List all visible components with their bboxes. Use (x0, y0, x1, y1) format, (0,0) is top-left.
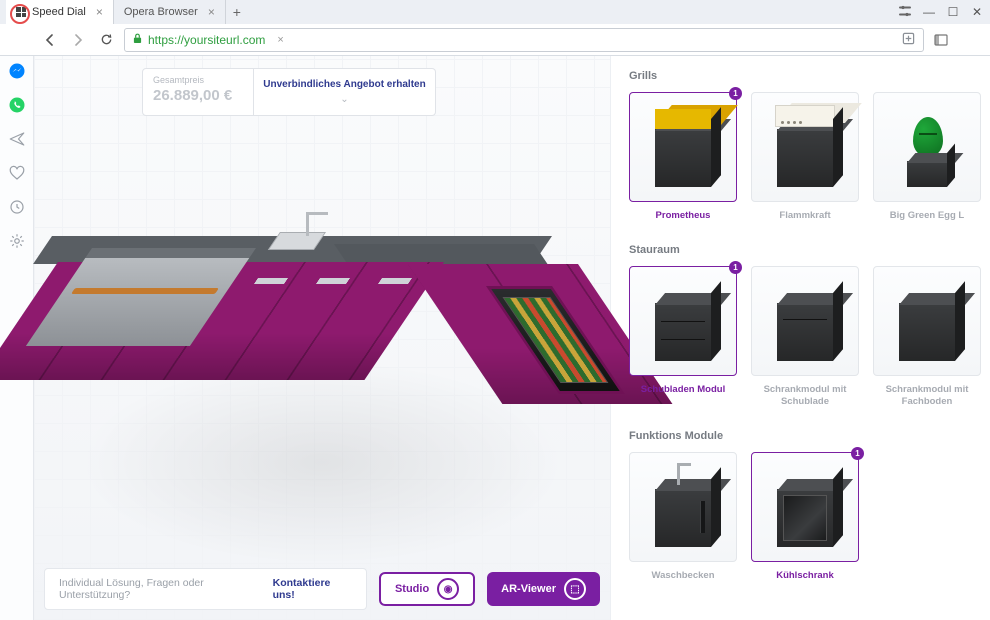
catalog-card[interactable]: Waschbecken (629, 452, 737, 582)
catalog-card[interactable]: Schrankmodul mit Schublade (751, 266, 859, 408)
ar-viewer-button[interactable]: AR-Viewer ⬚ (487, 572, 600, 606)
opera-logo-icon[interactable] (10, 4, 30, 24)
catalog-card[interactable]: Schrankmodul mit Fachboden (873, 266, 981, 408)
catalog-card[interactable]: 1Schubladen Modul (629, 266, 737, 408)
3d-canvas[interactable]: Gesamtpreis 26.889,00 € Unverbindliches … (34, 56, 610, 620)
catalog-section: Grills1PrometheusFlammkraftBig Green Egg… (629, 70, 976, 222)
catalog-row: Waschbecken 1Kühlschrank (629, 452, 976, 582)
messenger-icon[interactable] (8, 62, 26, 80)
bookmark-icon[interactable] (902, 32, 915, 48)
catalog-thumbnail (873, 266, 981, 376)
catalog-row: 1Prometheus Flammkraft Big Green Egg L (629, 92, 976, 222)
summary-box: Gesamtpreis 26.889,00 € Unverbindliches … (142, 68, 436, 116)
catalog-card[interactable]: Flammkraft (751, 92, 859, 222)
ar-label: AR-Viewer (501, 583, 556, 595)
catalog-card-label: Flammkraft (779, 210, 830, 222)
catalog-card-label: Big Green Egg L (890, 210, 964, 222)
catalog-card-label: Waschbecken (651, 570, 714, 582)
bottom-bar: Individual Lösung, Fragen oder Unterstüt… (44, 568, 600, 610)
tab-title: Opera Browser (124, 6, 198, 18)
catalog-card-label: Schrankmodul mit Fachboden (873, 384, 981, 408)
browser-tab-inactive[interactable]: Opera Browser × (114, 0, 226, 24)
catalog-thumbnail (751, 452, 859, 562)
studio-button[interactable]: Studio ◉ (379, 572, 475, 606)
kitchen-3d-model[interactable] (52, 226, 572, 456)
cube-icon: ⬚ (564, 578, 586, 600)
catalog-section-title: Stauraum (629, 244, 976, 256)
easy-setup-icon[interactable] (898, 4, 912, 21)
offer-label: Unverbindliches Angebot erhalten (263, 79, 425, 90)
close-tab-icon[interactable]: × (96, 5, 103, 19)
count-badge: 1 (729, 87, 742, 100)
reload-button[interactable] (96, 30, 116, 50)
close-window-icon[interactable]: ✕ (970, 5, 984, 19)
catalog-thumbnail (873, 92, 981, 202)
request-offer-button[interactable]: Unverbindliches Angebot erhalten ⌄ (254, 68, 436, 116)
catalog-card-label: Schrankmodul mit Schublade (751, 384, 859, 408)
url-bar[interactable]: https://yoursiteurl.com × (124, 28, 924, 52)
workspace: Gesamtpreis 26.889,00 € Unverbindliches … (0, 56, 990, 620)
studio-label: Studio (395, 583, 429, 595)
catalog-thumbnail (629, 92, 737, 202)
camera-icon: ◉ (437, 578, 459, 600)
price-value: 26.889,00 € (153, 87, 243, 104)
help-text: Individual Lösung, Fragen oder Unterstüt… (59, 577, 269, 601)
catalog-card-label: Kühlschrank (776, 570, 834, 582)
whatsapp-icon[interactable] (8, 96, 26, 114)
sidebar-toggle-icon[interactable] (932, 31, 950, 49)
contact-link[interactable]: Kontaktiere uns! (273, 577, 352, 601)
forward-button[interactable] (68, 30, 88, 50)
maximize-icon[interactable]: ☐ (946, 5, 960, 19)
catalog-card-label: Prometheus (656, 210, 711, 222)
catalog-thumbnail (751, 92, 859, 202)
browser-toolbar: https://yoursiteurl.com × (0, 24, 990, 56)
chevron-down-icon: ⌄ (340, 94, 348, 105)
catalog-card[interactable]: 1Kühlschrank (751, 452, 859, 582)
settings-icon[interactable] (8, 232, 26, 250)
back-button[interactable] (40, 30, 60, 50)
catalog-section-title: Funktions Module (629, 430, 976, 442)
catalog-thumbnail (629, 452, 737, 562)
minimize-icon[interactable]: ― (922, 5, 936, 19)
browser-titlebar: Speed Dial × Opera Browser × + ― ☐ ✕ (0, 0, 990, 24)
heart-icon[interactable] (8, 164, 26, 182)
clock-icon[interactable] (8, 198, 26, 216)
window-controls: ― ☐ ✕ (898, 4, 984, 21)
clear-url-icon[interactable]: × (277, 34, 283, 46)
catalog-card[interactable]: 1Prometheus (629, 92, 737, 222)
catalog-card-label: Schubladen Modul (641, 384, 725, 396)
catalog-thumbnail (751, 266, 859, 376)
new-tab-button[interactable]: + (226, 4, 248, 20)
lock-icon (133, 33, 142, 47)
catalog-section: Funktions ModuleWaschbecken1Kühlschrank (629, 430, 976, 582)
tab-title: Speed Dial (32, 6, 86, 18)
url-text: https://yoursiteurl.com (148, 33, 265, 47)
close-tab-icon[interactable]: × (208, 5, 215, 19)
catalog-card[interactable]: Big Green Egg L (873, 92, 981, 222)
browser-tabs: Speed Dial × Opera Browser × + (6, 0, 898, 24)
count-badge: 1 (851, 447, 864, 460)
catalog-section: Stauraum1Schubladen ModulSchrankmodul mi… (629, 244, 976, 408)
catalog-panel: Grills1PrometheusFlammkraftBig Green Egg… (610, 56, 990, 620)
help-box: Individual Lösung, Fragen oder Unterstüt… (44, 568, 367, 610)
catalog-section-title: Grills (629, 70, 976, 82)
price-label: Gesamtpreis (153, 75, 243, 85)
count-badge: 1 (729, 261, 742, 274)
price-box: Gesamtpreis 26.889,00 € (142, 68, 254, 116)
catalog-thumbnail (629, 266, 737, 376)
send-icon[interactable] (8, 130, 26, 148)
catalog-row: 1Schubladen Modul Schrankmodul mit Schubl… (629, 266, 976, 408)
